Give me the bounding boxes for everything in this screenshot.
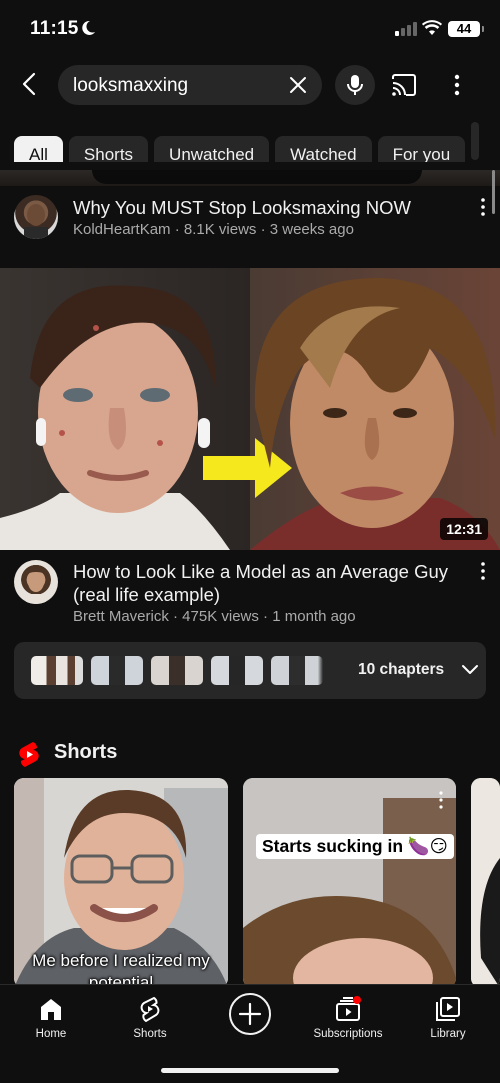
previous-thumbnail[interactable]	[0, 170, 500, 186]
more-vert-icon[interactable]	[478, 561, 488, 581]
nav-shorts[interactable]: Shorts	[100, 995, 200, 1040]
nav-label: Subscriptions	[313, 1028, 383, 1040]
more-vert-icon[interactable]	[447, 71, 467, 99]
chip-for-you[interactable]: For you	[377, 136, 466, 162]
more-vert-icon[interactable]	[478, 197, 488, 217]
signal-icon	[395, 22, 417, 36]
short-caption: Me before I realized my potential	[32, 951, 210, 988]
short-card[interactable]: Me before I realized my potential	[14, 778, 228, 988]
cast-icon[interactable]	[390, 71, 418, 99]
video-title[interactable]: Why You MUST Stop Looksmaxing NOW	[73, 196, 453, 219]
library-icon	[436, 997, 460, 1021]
status-bar: 11:15 44	[0, 0, 500, 56]
chapter-thumbnail[interactable]	[31, 656, 83, 685]
short-thumbnail	[471, 778, 500, 988]
wifi-icon	[422, 20, 442, 35]
nav-label: Library	[430, 1028, 466, 1040]
chapter-thumbnail[interactable]	[211, 656, 263, 685]
chapters-label[interactable]: 10 chapters	[358, 661, 444, 679]
filter-chips: All Shorts Unwatched Watched For you	[14, 122, 500, 162]
chapter-thumbnail[interactable]	[151, 656, 203, 685]
video-row[interactable]: Why You MUST Stop Looksmaxing NOW KoldHe…	[0, 190, 500, 260]
chip-partial[interactable]	[471, 122, 480, 160]
short-card[interactable]	[471, 778, 500, 988]
chip-all[interactable]: All	[14, 136, 63, 162]
video-meta: Brett Maverick · 475K views · 1 month ag…	[73, 608, 356, 625]
home-icon	[41, 999, 61, 1020]
nav-library[interactable]: Library	[398, 995, 498, 1040]
nav-label: Home	[35, 1028, 67, 1040]
chip-watched[interactable]: Watched	[275, 136, 372, 162]
shorts-logo-icon	[19, 742, 39, 767]
status-time: 11:15	[30, 18, 79, 39]
video-row[interactable]: How to Look Like a Model as an Average G…	[0, 558, 500, 632]
moon-icon	[82, 20, 95, 35]
voice-search-button[interactable]	[335, 65, 375, 105]
short-thumbnail	[243, 778, 456, 988]
back-arrow-icon[interactable]	[16, 70, 44, 98]
short-card[interactable]: Starts sucking in 🍆😏	[243, 778, 456, 988]
video-thumbnail[interactable]: 12:31	[0, 268, 500, 550]
plus-icon	[238, 1002, 262, 1026]
chapter-thumbnail[interactable]	[91, 656, 143, 685]
video-meta: KoldHeartKam · 8.1K views · 3 weeks ago	[73, 221, 354, 238]
video-duration: 12:31	[440, 518, 488, 540]
short-overlay-text: Starts sucking in 🍆😏	[256, 834, 454, 859]
nav-subscriptions[interactable]: Subscriptions	[298, 995, 398, 1040]
create-button[interactable]	[229, 993, 271, 1035]
chevron-down-icon[interactable]	[460, 660, 480, 680]
shorts-icon	[140, 996, 160, 1023]
channel-avatar[interactable]	[14, 560, 58, 604]
home-indicator[interactable]	[161, 1068, 339, 1073]
chip-shorts[interactable]: Shorts	[68, 136, 149, 162]
nav-label: Shorts	[133, 1028, 167, 1040]
battery-indicator: 44	[448, 21, 484, 37]
subscriptions-icon	[336, 996, 361, 1021]
search-query[interactable]: looksmaxxing	[73, 75, 188, 97]
close-icon[interactable]	[288, 75, 308, 95]
chapter-thumbnail[interactable]	[271, 656, 323, 685]
microphone-icon	[347, 75, 363, 95]
chapters-bar[interactable]: 10 chapters	[14, 642, 486, 699]
thumbnail-image	[0, 268, 500, 550]
search-input[interactable]: looksmaxxing	[58, 65, 322, 105]
search-header: looksmaxxing	[0, 62, 500, 108]
shorts-section-title: Shorts	[54, 741, 118, 763]
chip-unwatched[interactable]: Unwatched	[154, 136, 270, 162]
video-title[interactable]: How to Look Like a Model as an Average G…	[73, 560, 453, 606]
more-vert-icon[interactable]	[436, 790, 446, 810]
channel-avatar[interactable]	[14, 195, 58, 239]
nav-home[interactable]: Home	[1, 995, 101, 1040]
